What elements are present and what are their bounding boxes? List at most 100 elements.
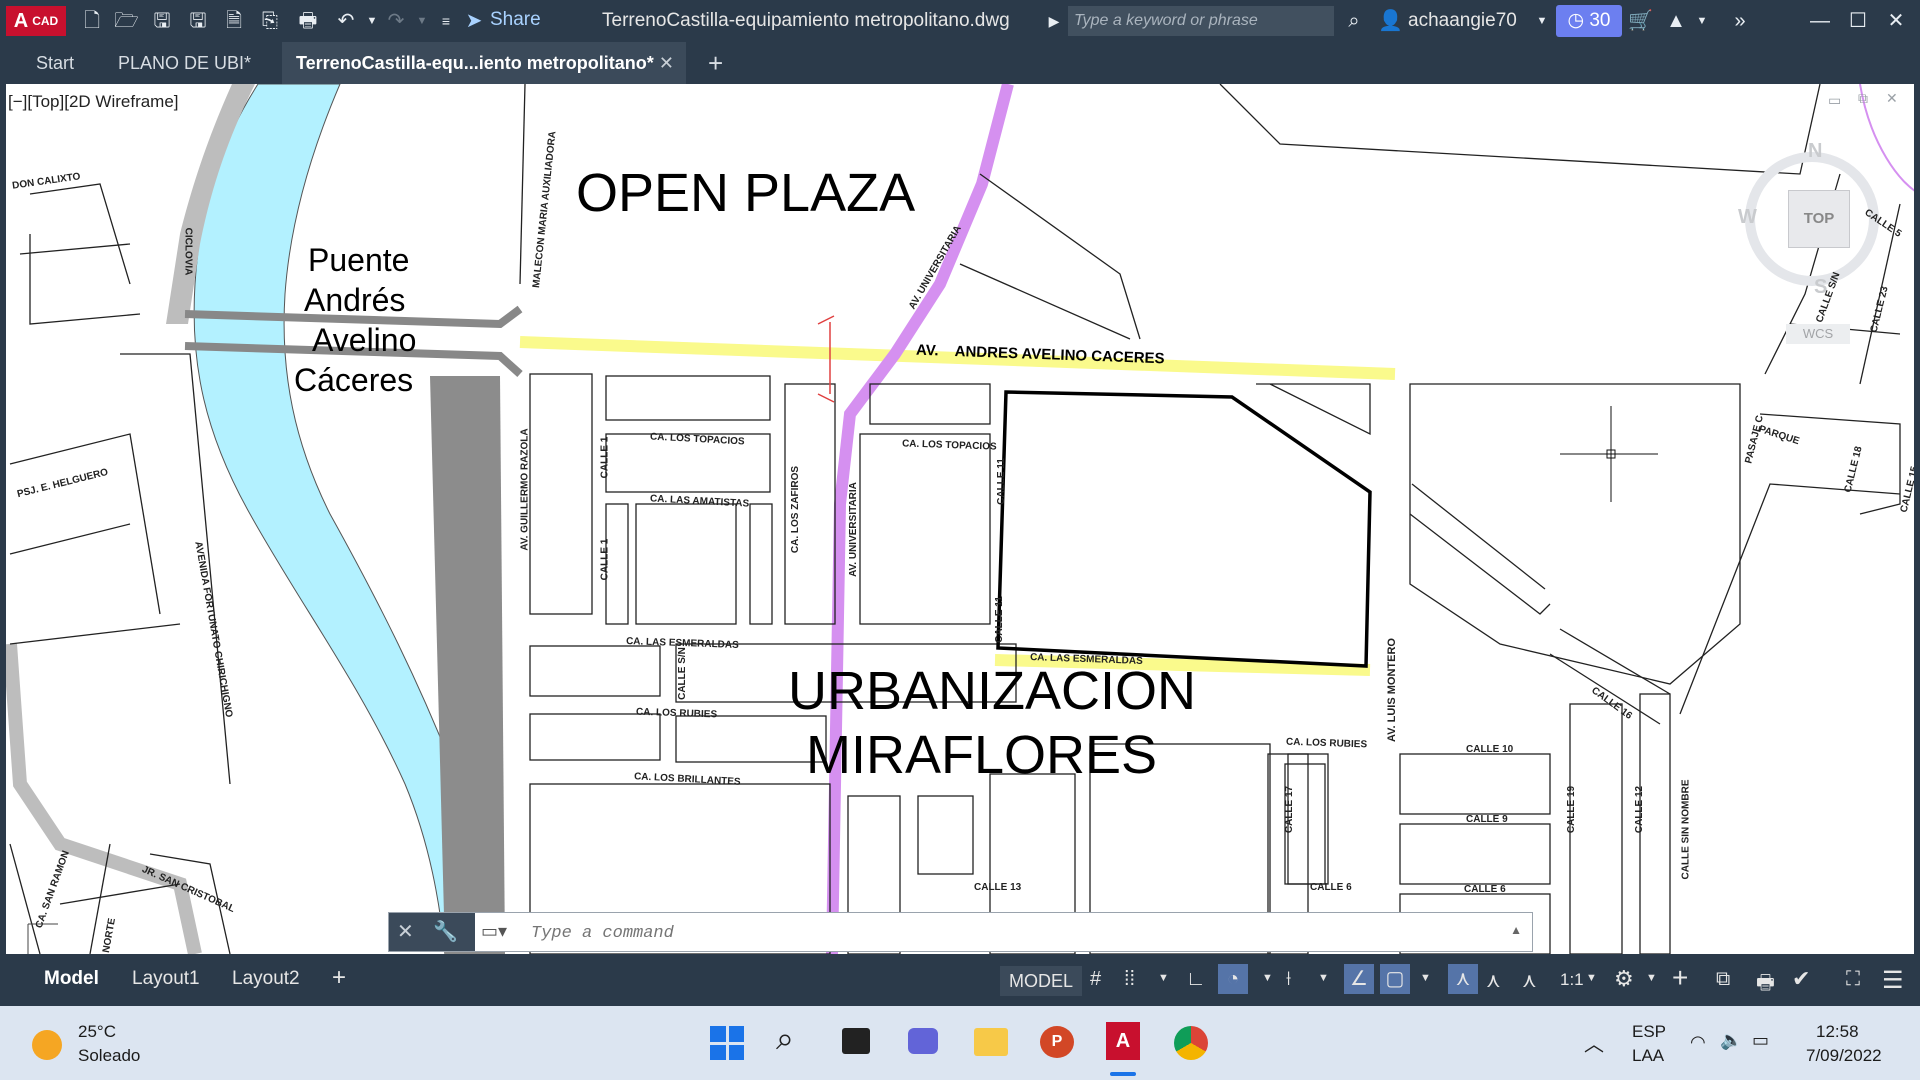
search-input[interactable]: Type a keyword or phrase (1068, 6, 1334, 36)
snap-dropdown-icon[interactable]: ▼ (1158, 972, 1169, 984)
autocad-taskbar-icon[interactable]: A (1106, 1022, 1140, 1060)
viewport-controls-label[interactable]: [−][Top][2D Wireframe] (8, 92, 179, 112)
more-icon[interactable]: » (1728, 9, 1752, 33)
auto-scale-icon[interactable]: ⋏ (1486, 968, 1501, 993)
close-icon[interactable]: ✕ (1884, 9, 1908, 33)
wcs-menu[interactable]: WCS (1786, 324, 1850, 344)
isodraft-icon[interactable]: ⟊ (1286, 968, 1291, 991)
app-logo[interactable]: A CAD (6, 6, 66, 36)
polar-dropdown-icon[interactable]: ▼ (1262, 972, 1273, 984)
save-as-icon[interactable]: 🖫 (186, 9, 210, 33)
task-view-icon[interactable] (842, 1028, 870, 1054)
wifi-icon[interactable]: ◠ (1690, 1032, 1706, 1053)
tab-terreno-castilla[interactable]: TerrenoCastilla-equ...iento metropolitan… (282, 42, 686, 84)
layout-tab-layout1[interactable]: Layout1 (132, 968, 200, 990)
viewport-minimize-icon[interactable]: ▭ (1828, 92, 1841, 109)
redo-icon[interactable]: ↷ (384, 9, 408, 33)
user-name[interactable]: achaangie70 (1408, 10, 1517, 32)
show-hidden-icons-icon[interactable]: ︿ (1584, 1028, 1604, 1057)
grid-icon[interactable]: # (1090, 968, 1101, 991)
weather-condition[interactable]: Soleado (78, 1046, 140, 1066)
object-snap-icon[interactable]: ▢ (1380, 964, 1410, 994)
battery-icon[interactable]: ▭ (1752, 1030, 1769, 1051)
weather-temperature[interactable]: 25°C (78, 1022, 116, 1042)
new-file-icon[interactable]: 🗋 (80, 9, 104, 33)
command-line[interactable]: ✕ 🔧 ▭▾ ▲ (388, 912, 1533, 952)
publish-icon[interactable]: ⎘ (258, 9, 282, 33)
viewcube-north[interactable]: N (1808, 140, 1822, 163)
trial-clock-badge[interactable]: ◷ 30 (1556, 5, 1622, 37)
volume-icon[interactable]: 🔈 (1720, 1030, 1742, 1051)
viewcube-west[interactable]: W (1738, 206, 1757, 229)
workspace-gear-icon[interactable]: ⚙ (1614, 966, 1634, 992)
hardware-acceleration-icon[interactable]: 🖶 (1756, 968, 1775, 1002)
scale-dropdown-icon[interactable]: ▼ (1586, 972, 1597, 984)
minimize-icon[interactable]: — (1808, 9, 1832, 33)
weather-sun-icon[interactable] (32, 1030, 62, 1060)
isolate-objects-icon[interactable]: ⧉ (1716, 968, 1730, 991)
ortho-icon[interactable]: ∟ (1186, 968, 1206, 991)
logo-text: CAD (32, 14, 59, 28)
tab-label: PLANO DE UBI* (118, 53, 252, 73)
chrome-icon[interactable] (1174, 1026, 1208, 1060)
object-snap-tracking-icon[interactable]: ∠ (1344, 964, 1374, 994)
cart-icon[interactable]: 🛒 (1628, 9, 1653, 33)
undo-dropdown-icon[interactable]: ▼ (360, 9, 384, 33)
command-history-icon[interactable]: ▭▾ (481, 921, 507, 942)
annotation-scale-icon[interactable]: ⋏ (1522, 968, 1537, 993)
annotation-scale-value[interactable]: 1:1 (1560, 970, 1584, 990)
command-input[interactable] (529, 917, 1493, 949)
layout-tab-model[interactable]: Model (44, 968, 99, 990)
new-tab-plus-icon[interactable]: + (708, 42, 723, 84)
export-icon[interactable]: 🗎 (222, 9, 246, 33)
annotation-visibility-icon[interactable]: ⋏ (1448, 964, 1478, 994)
annotation-monitor-plus-icon[interactable]: + (1672, 962, 1688, 994)
drawing-canvas[interactable]: [−][Top][2D Wireframe] TOP N W S WCS ▭ ⧉… (0, 84, 1920, 954)
input-language[interactable]: ESP (1632, 1022, 1666, 1042)
file-explorer-icon[interactable] (974, 1028, 1008, 1056)
viewport-restore-icon[interactable]: ⧉ (1858, 90, 1868, 107)
undo-icon[interactable]: ↶ (334, 9, 358, 33)
layout-tab-layout2[interactable]: Layout2 (232, 968, 300, 990)
maximize-icon[interactable]: ☐ (1846, 9, 1870, 33)
viewport-close-icon[interactable]: ✕ (1886, 90, 1898, 107)
osnap-dropdown-icon[interactable]: ▼ (1420, 972, 1431, 984)
clean-screen-icon[interactable]: ⛶ (1846, 968, 1860, 991)
close-command-line-icon[interactable]: ✕ (397, 919, 414, 944)
quick-properties-icon[interactable]: ✔ (1792, 966, 1810, 992)
open-folder-icon[interactable]: 🗁 (114, 9, 139, 33)
model-space-toggle[interactable]: MODEL (1000, 966, 1082, 996)
user-dropdown-icon[interactable]: ▼ (1530, 9, 1554, 33)
command-expand-icon[interactable]: ▲ (1510, 923, 1522, 937)
windows-start-icon[interactable] (710, 1026, 744, 1060)
expand-arrow-icon[interactable]: ▶ (1042, 9, 1066, 33)
iso-dropdown-icon[interactable]: ▼ (1318, 972, 1329, 984)
street-label: CALLE 19 (1566, 785, 1578, 834)
customize-toolbar-icon[interactable]: ≡ (434, 9, 458, 33)
share-button[interactable]: Share (490, 9, 541, 31)
clock-time[interactable]: 12:58 (1816, 1022, 1859, 1042)
customize-wrench-icon[interactable]: 🔧 (433, 919, 458, 944)
trial-days: 30 (1589, 10, 1611, 31)
powerpoint-icon[interactable]: P (1040, 1026, 1074, 1058)
polar-tracking-icon[interactable]: ◔ (1218, 964, 1248, 994)
add-layout-plus-icon[interactable]: + (332, 964, 346, 992)
save-icon[interactable]: 🖫 (150, 9, 174, 33)
search-taskbar-icon[interactable]: ⌕ (776, 1020, 794, 1058)
help-dropdown-icon[interactable]: ▼ (1690, 9, 1714, 33)
close-tab-icon[interactable]: ✕ (659, 42, 674, 84)
viewcube-top-face[interactable]: TOP (1788, 190, 1850, 248)
tab-plano-de-ubi[interactable]: PLANO DE UBI* (104, 42, 265, 84)
input-layout[interactable]: LAA (1632, 1046, 1664, 1066)
redo-dropdown-icon[interactable]: ▼ (410, 9, 434, 33)
plot-icon[interactable]: 🖶 (296, 9, 320, 33)
tab-start[interactable]: Start (22, 42, 88, 84)
autodesk-help-icon[interactable]: ▲ (1664, 9, 1688, 33)
search-icon[interactable]: ⌕ (1342, 9, 1366, 33)
lower-left-road (6, 643, 202, 954)
chat-icon[interactable] (908, 1028, 938, 1054)
clock-date[interactable]: 7/09/2022 (1806, 1046, 1882, 1066)
snap-icon[interactable]: ⁞⁞ (1124, 968, 1135, 991)
workspace-dropdown-icon[interactable]: ▼ (1646, 972, 1657, 984)
customization-menu-icon[interactable]: ☰ (1882, 966, 1904, 995)
